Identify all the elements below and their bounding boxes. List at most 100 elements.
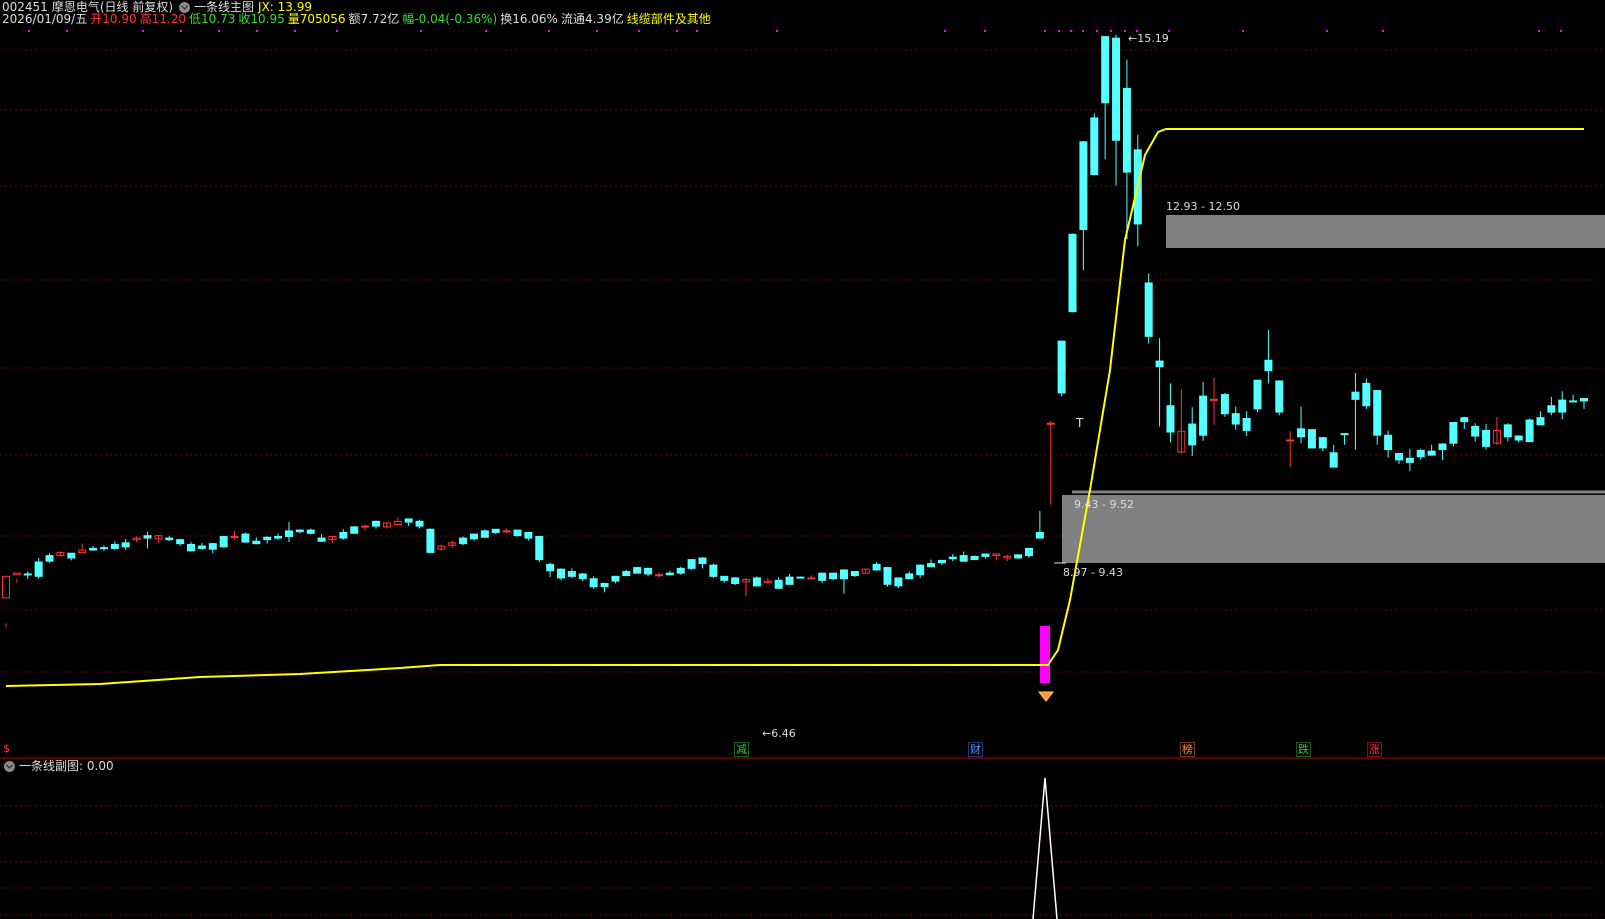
sub-indicator-name[interactable]: 一条线副图: [19, 759, 79, 773]
marker-dot: [66, 30, 68, 32]
candle-body: [1264, 359, 1273, 372]
event-marker-finance[interactable]: 财: [968, 742, 983, 757]
candle-body: [306, 529, 315, 534]
candle-body: [513, 529, 522, 537]
candle-body: [1580, 398, 1588, 402]
candle-body: [1068, 233, 1077, 313]
ma-line: [5, 128, 1584, 687]
ma-polyline: [5, 128, 1584, 687]
candle-body: [1286, 439, 1295, 442]
candle-body: [796, 576, 805, 579]
candle-body: [176, 539, 185, 545]
low-price-label: ←6.46: [762, 727, 796, 740]
marker-dot: [180, 30, 182, 32]
candle-body: [589, 578, 598, 588]
zone-lower-label-2: 8.97 - 9.43: [1063, 566, 1123, 579]
marker-dot: [596, 30, 598, 32]
candle-body: [1297, 428, 1306, 438]
event-marker-dollar[interactable]: $: [2, 742, 11, 755]
candle-body: [426, 528, 435, 553]
candle-body: [970, 555, 979, 561]
zone-lower-box: [1062, 495, 1605, 563]
candle-body: [219, 535, 228, 548]
candle-body: [1351, 391, 1360, 400]
candle-body: [687, 559, 696, 569]
candle-body: [1231, 413, 1240, 425]
candle-body: [2, 575, 10, 599]
marker-dot: [336, 30, 338, 32]
marker-dot: [1538, 30, 1540, 32]
candle-body: [284, 530, 293, 537]
marker-dot: [1096, 30, 1098, 32]
candle-body: [633, 567, 642, 574]
marker-dot: [676, 30, 678, 32]
marker-dot: [944, 30, 946, 32]
event-marker-reduce[interactable]: 减: [734, 742, 749, 757]
candle-body: [1569, 400, 1578, 403]
candle-body: [1416, 449, 1425, 458]
event-marker-down[interactable]: 跌: [1296, 742, 1311, 757]
candle-body: [1482, 429, 1491, 447]
candle-body: [578, 573, 587, 580]
candle-body: [1373, 390, 1382, 436]
zone-upper-box: [1166, 215, 1605, 248]
candle-body: [1014, 554, 1023, 559]
candle-body: [1057, 340, 1066, 394]
grid-lines: [0, 49, 1605, 916]
candle-body: [927, 563, 936, 568]
candle-body: [317, 537, 326, 542]
top-markers: [28, 30, 1562, 32]
event-marker-up[interactable]: 涨: [1367, 742, 1382, 757]
candle-body: [1199, 395, 1208, 436]
event-marker-list[interactable]: 榜: [1180, 742, 1195, 757]
candle-body: [1405, 457, 1414, 463]
candle-body: [883, 567, 892, 585]
candle-body: [1460, 417, 1469, 423]
marker-dot: [1124, 30, 1126, 32]
candle-body: [404, 518, 413, 523]
marker-dot: [1044, 30, 1046, 32]
candle-body: [1394, 453, 1403, 461]
signal-bar: [1040, 626, 1050, 683]
marker-dot: [1110, 30, 1112, 32]
candle-body: [785, 576, 794, 585]
candle-body: [187, 543, 196, 552]
candle-body: [110, 543, 119, 549]
candle-body: [622, 571, 631, 577]
candle-body: [372, 520, 381, 527]
candle-body: [894, 577, 903, 587]
marker-dot: [1082, 30, 1084, 32]
candle-body: [1384, 434, 1393, 451]
kline-chart[interactable]: [0, 0, 1605, 919]
candle-body: [1307, 429, 1316, 449]
candle-body: [1166, 405, 1175, 433]
candle-body: [1090, 117, 1099, 176]
candle-body: [1438, 443, 1447, 451]
candle-body: [1329, 452, 1338, 468]
sub-indicator-value: : 0.00: [79, 759, 114, 773]
candle-body: [937, 559, 946, 564]
candle-body: [1536, 417, 1545, 426]
candle-body: [752, 577, 761, 587]
sub-indicator-dropdown-icon[interactable]: [4, 761, 15, 772]
candle-body: [1079, 141, 1088, 231]
candle-body: [241, 533, 250, 543]
candle-body: [1449, 421, 1458, 444]
candle-body: [23, 573, 32, 576]
diamond-signal-icon: [1037, 691, 1055, 702]
high-price-label: ←15.19: [1128, 32, 1169, 45]
candle-body: [274, 535, 283, 539]
marker-dot: [1326, 30, 1328, 32]
candle-body: [415, 520, 424, 527]
candle-body: [208, 543, 217, 550]
candle-body: [818, 572, 827, 581]
candle-body: [654, 574, 663, 577]
candle-body: [1525, 419, 1534, 443]
candle-body: [480, 530, 489, 538]
candle-body: [850, 571, 859, 577]
candle-body: [1209, 398, 1218, 401]
candle-body: [1220, 394, 1229, 415]
candle-body: [698, 557, 707, 565]
candle-body: [981, 553, 990, 557]
marker-dot: [984, 30, 986, 32]
